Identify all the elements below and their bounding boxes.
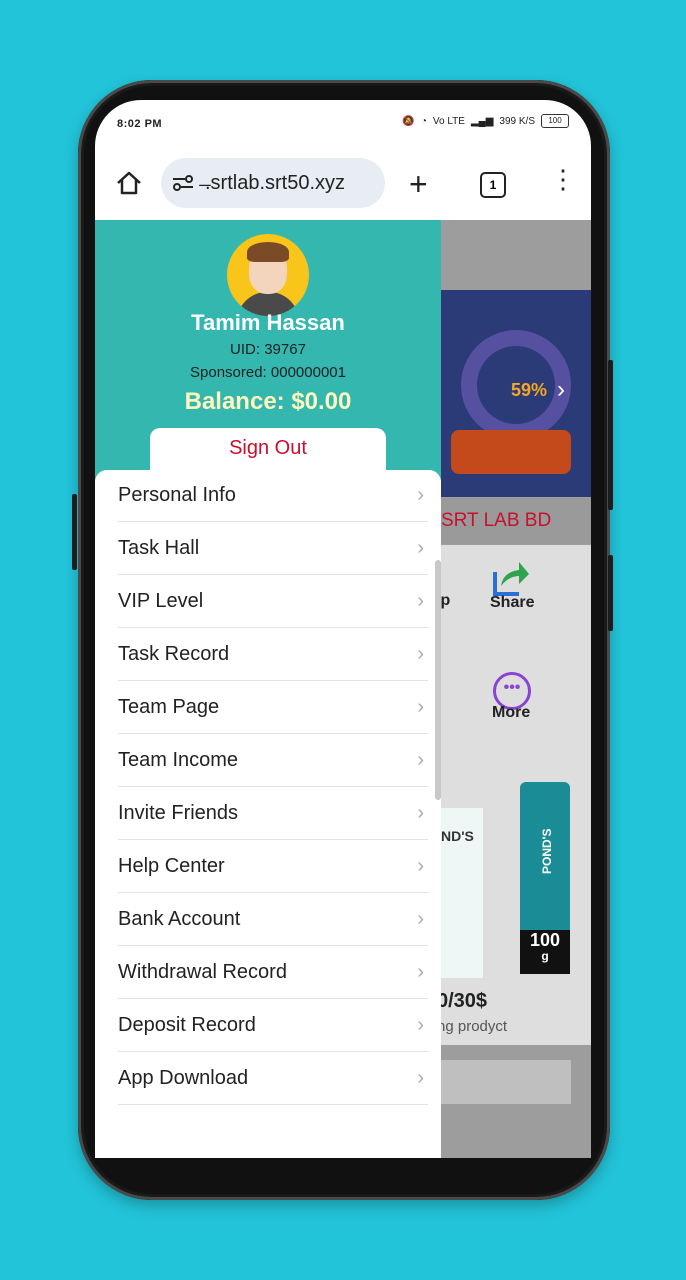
menu-item-label: Invite Friends — [118, 802, 239, 824]
chevron-right-icon: › — [417, 1067, 424, 1089]
signal-icon: ▂▄▆ — [470, 115, 494, 127]
menu-item-label: Team Income — [118, 749, 239, 771]
status-time: 8:02 PM — [117, 118, 163, 130]
status-bar: 8:02 PM 🔕 ◔ Vo LTE ▂▄▆ 399 K/S 100 — [95, 100, 591, 150]
menu-item-invite-friends[interactable]: Invite Friends › — [118, 788, 428, 840]
product-brand-partial: ND'S — [441, 828, 474, 844]
new-tab-icon[interactable]: + — [409, 168, 428, 200]
drawer-header: Tamim Hassan UID: 39767 Sponsored: 00000… — [95, 220, 441, 480]
discount-badge: 59% — [511, 380, 548, 400]
volume-button — [608, 360, 613, 510]
menu-item-label: Personal Info — [118, 484, 236, 506]
menu-item-withdrawal-record[interactable]: Withdrawal Record › — [118, 947, 428, 999]
menu-item-label: Help Center — [118, 855, 225, 877]
url-text[interactable]: ̶.srtlab.srt50.xyz — [205, 172, 345, 195]
chevron-right-icon: › — [417, 537, 424, 559]
menu-dots-icon[interactable]: ⋮ — [550, 166, 576, 192]
network-speed: 399 K/S — [499, 115, 535, 127]
chevron-right-icon: › — [417, 643, 424, 665]
menu-item-label: VIP Level — [118, 590, 204, 612]
watch-stand — [451, 430, 571, 474]
drawer-menu: Personal Info › Task Hall › VIP Level › Tas… — [95, 470, 441, 1158]
menu-item-app-download[interactable]: App Download › — [118, 1053, 428, 1105]
menu-item-label: Withdrawal Record — [118, 961, 287, 983]
user-id: UID: 39767 — [230, 341, 306, 358]
chevron-right-icon: › — [417, 855, 424, 877]
side-button-left — [72, 494, 77, 570]
menu-item-team-page[interactable]: Team Page › — [118, 682, 428, 734]
address-bar[interactable]: ̶.srtlab.srt50.xyz — [161, 158, 385, 208]
chevron-right-icon: › — [417, 802, 424, 824]
chevron-right-icon: › — [417, 696, 424, 718]
ponds-weight-badge: 100 g — [520, 930, 570, 974]
chevron-right-icon: › — [417, 749, 424, 771]
share-icon[interactable] — [491, 558, 531, 598]
sign-out-button[interactable]: Sign Out — [150, 428, 386, 474]
brand-bar: SRT LAB BD — [441, 498, 591, 544]
balance: Balance: $0.00 — [184, 388, 352, 415]
chevron-right-icon: › — [417, 1014, 424, 1036]
brand-text: SRT LAB BD — [441, 510, 552, 531]
ponds-label: POND'S — [540, 828, 554, 874]
power-button — [608, 555, 613, 631]
battery-icon: 100 — [541, 114, 569, 128]
more-label[interactable]: More — [492, 704, 530, 722]
product-button[interactable] — [441, 1060, 571, 1104]
drawer-scrollbar[interactable] — [435, 560, 441, 800]
menu-item-label: Task Record — [118, 643, 230, 665]
wifi-icon: ◔ — [420, 115, 427, 127]
ponds-weight: 100 — [529, 930, 561, 950]
chevron-right-icon: › — [417, 961, 424, 983]
menu-item-label: Task Hall — [118, 537, 200, 559]
share-label[interactable]: Share — [490, 594, 534, 612]
product-price: 0/30$ — [437, 990, 488, 1012]
phone-screen: 8:02 PM 🔕 ◔ Vo LTE ▂▄▆ 399 K/S 100 ̶.srt… — [95, 100, 591, 1158]
product-description: ng prodyct — [437, 1018, 508, 1035]
menu-item-task-hall[interactable]: Task Hall › — [118, 523, 428, 575]
menu-item-task-record[interactable]: Task Record › — [118, 629, 428, 681]
chevron-right-icon: › — [417, 908, 424, 930]
promo-banner[interactable]: 59% › — [441, 290, 591, 497]
menu-item-help-center[interactable]: Help Center › — [118, 841, 428, 893]
menu-item-label: Deposit Record — [118, 1014, 256, 1036]
product-tube-image: ND'S — [441, 808, 483, 978]
chevron-right-icon: › — [417, 484, 424, 506]
tabs-icon[interactable]: 1 — [480, 172, 506, 198]
menu-item-vip-level[interactable]: VIP Level › — [118, 576, 428, 628]
sponsor-id: Sponsored: 000000001 — [190, 364, 346, 381]
menu-item-team-income[interactable]: Team Income › — [118, 735, 428, 787]
menu-item-personal-info[interactable]: Personal Info › — [118, 470, 428, 522]
network-label: Vo LTE — [432, 115, 465, 127]
chevron-right-icon: › — [417, 590, 424, 612]
avatar — [227, 234, 309, 316]
menu-item-label: Team Page — [118, 696, 220, 718]
status-icons: 🔕 ◔ Vo LTE ▂▄▆ 399 K/S 100 — [402, 114, 569, 128]
user-name: Tamim Hassan — [191, 310, 345, 335]
menu-item-deposit-record[interactable]: Deposit Record › — [118, 1000, 428, 1052]
mute-icon: 🔕 — [402, 115, 415, 127]
menu-item-bank-account[interactable]: Bank Account › — [118, 894, 428, 946]
home-icon[interactable] — [115, 170, 143, 200]
ponds-unit: g — [541, 949, 549, 963]
browser-toolbar: ̶.srtlab.srt50.xyz + 1 ⋮ — [95, 150, 591, 220]
menu-item-label: App Download — [118, 1067, 249, 1089]
navigation-drawer: Tamim Hassan UID: 39767 Sponsored: 00000… — [95, 220, 441, 1158]
site-settings-icon[interactable] — [171, 172, 195, 198]
menu-item-label: Bank Account — [118, 908, 241, 930]
chevron-right-icon[interactable]: › — [557, 376, 565, 404]
